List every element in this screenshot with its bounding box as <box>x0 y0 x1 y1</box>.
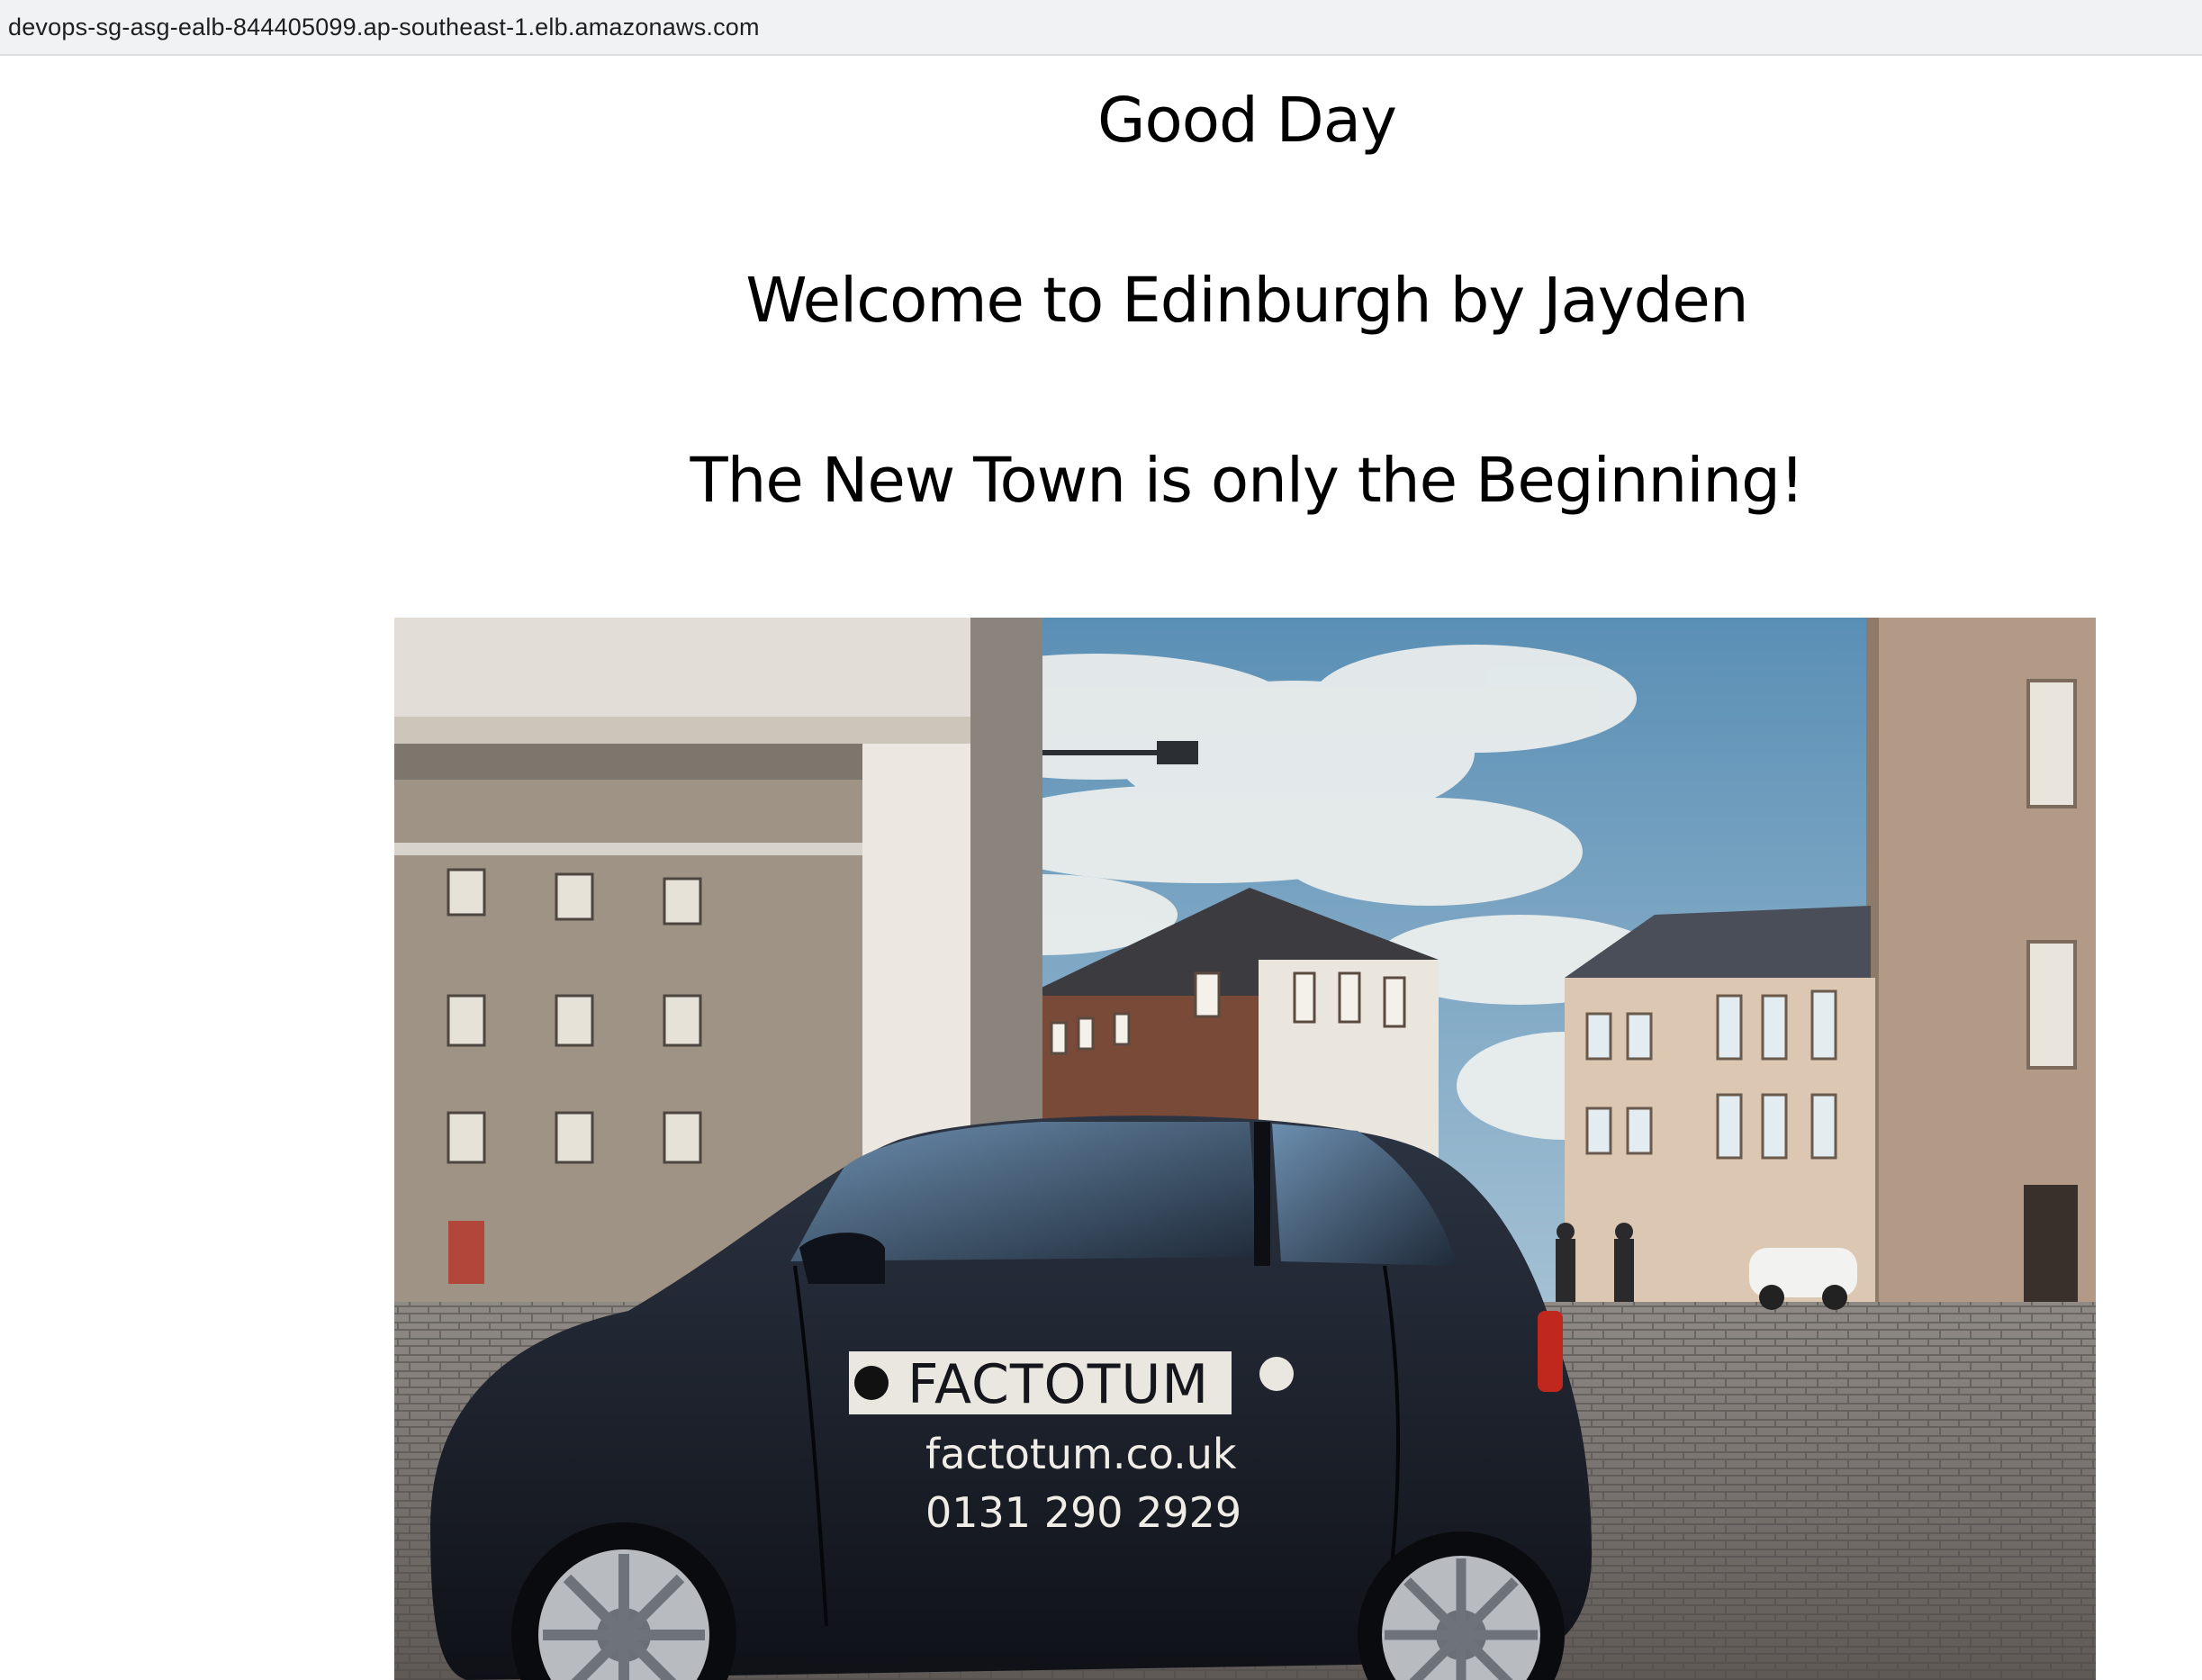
url-text[interactable]: devops-sg-asg-ealb-844405099.ap-southeas… <box>8 14 760 41</box>
greeting-heading: Good Day <box>1097 85 1397 157</box>
car-phone-text: 0131 290 2929 <box>925 1488 1241 1537</box>
browser-address-bar[interactable]: devops-sg-asg-ealb-844405099.ap-southeas… <box>0 0 2202 56</box>
car-brand-text: FACTOTUM <box>907 1353 1209 1416</box>
page-content: Good Day Welcome to Edinburgh by Jayden … <box>0 58 2202 1680</box>
welcome-heading: Welcome to Edinburgh by Jayden <box>745 265 1748 337</box>
car-website-text: factotum.co.uk <box>925 1430 1237 1478</box>
tagline-heading: The New Town is only the Beginning! <box>690 445 1804 517</box>
edinburgh-street-photo: 0131 <box>394 618 2096 1680</box>
